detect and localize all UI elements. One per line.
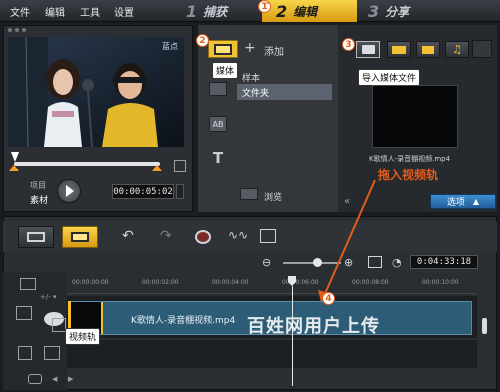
watermark-text: 百姓网用户上传 [247,316,380,337]
annotation-badge-4: 4 [322,292,335,305]
